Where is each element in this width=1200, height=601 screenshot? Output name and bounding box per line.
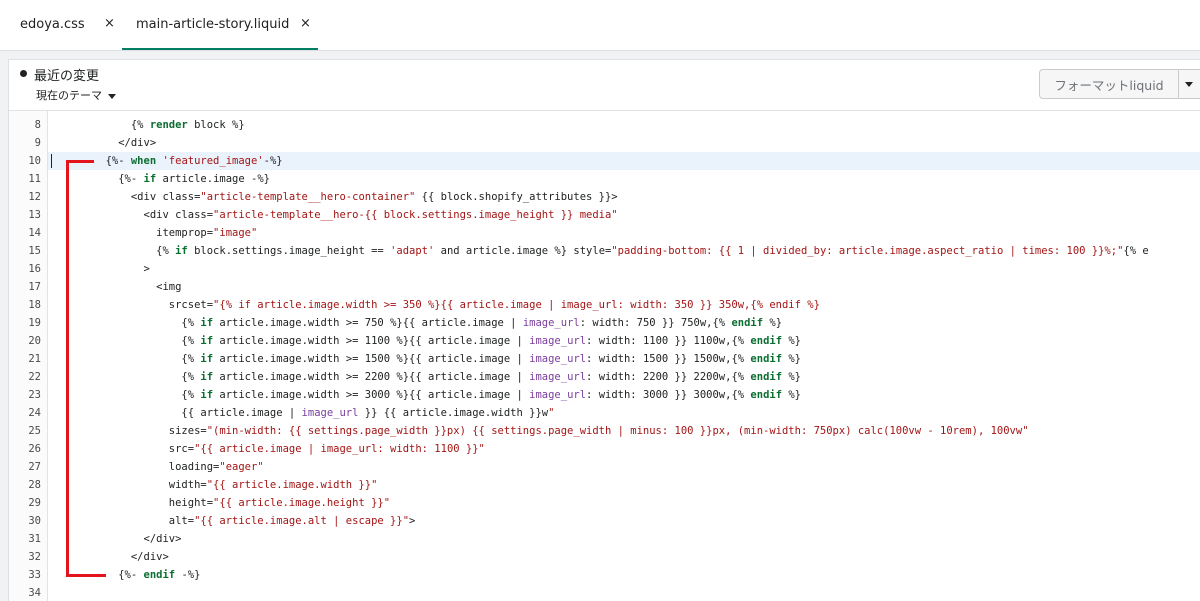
code-line[interactable]: {%- if article.image -%} xyxy=(55,170,270,188)
code-line[interactable]: sizes="(min-width: {{ settings.page_widt… xyxy=(55,422,1029,440)
code-line[interactable]: {% if article.image.width >= 2200 %}{{ a… xyxy=(55,368,801,386)
code-line[interactable]: {% if article.image.width >= 3000 %}{{ a… xyxy=(55,386,801,404)
code-line[interactable]: <img xyxy=(55,278,181,296)
code-line[interactable]: {{ article.image | image_url }} {{ artic… xyxy=(55,404,554,422)
tab-label: edoya.css xyxy=(20,17,85,32)
code-line[interactable]: itemprop="image" xyxy=(55,224,257,242)
caret-down-icon xyxy=(1185,82,1193,87)
code-line[interactable]: {% if article.image.width >= 750 %}{{ ar… xyxy=(55,314,782,332)
tab-label: main-article-story.liquid xyxy=(136,17,290,32)
code-line[interactable]: <div class="article-template__hero-{{ bl… xyxy=(55,206,618,224)
block-bracket-line xyxy=(66,160,69,577)
code-line[interactable]: alt="{{ article.image.alt | escape }}"> xyxy=(55,512,416,530)
format-dropdown-button[interactable] xyxy=(1179,69,1200,99)
format-liquid-button[interactable]: フォーマットliquid xyxy=(1039,69,1179,99)
current-theme-label: 現在のテーマ xyxy=(36,89,102,102)
code-area[interactable]: {% render block %} </div> {%- when 'feat… xyxy=(9,111,1200,601)
code-editor[interactable]: 8 9 10 11 12 13 14 15 16 17 18 19 20 21 22 23 24 25 26 27 28… xyxy=(9,111,1200,601)
editor-header: 最近の変更 現在のテーマ フォーマットliquid xyxy=(9,60,1200,111)
code-line[interactable]: <div class="article-template__hero-conta… xyxy=(55,188,618,206)
current-theme-dropdown[interactable]: 現在のテーマ xyxy=(36,87,116,103)
text-cursor xyxy=(51,154,52,168)
unsaved-dot-icon xyxy=(20,70,27,77)
code-line[interactable]: </div> xyxy=(55,134,156,152)
code-line[interactable]: </div> xyxy=(55,530,182,548)
caret-down-icon xyxy=(108,93,116,99)
code-line[interactable]: > xyxy=(55,260,150,278)
code-line[interactable]: height="{{ article.image.height }}" xyxy=(55,494,390,512)
code-line[interactable]: </div> xyxy=(55,548,169,566)
editor-panel: 最近の変更 現在のテーマ フォーマットliquid 8 9 10 11 12 13 14 15… xyxy=(8,59,1200,601)
code-line[interactable]: src="{{ article.image | image_url: width… xyxy=(55,440,485,458)
close-icon[interactable]: × xyxy=(300,16,311,31)
code-line[interactable]: srcset="{% if article.image.width >= 350… xyxy=(55,296,820,314)
code-line[interactable]: width="{{ article.image.width }}" xyxy=(55,476,378,494)
close-icon[interactable]: × xyxy=(104,16,115,31)
code-line[interactable]: {% if article.image.width >= 1100 %}{{ a… xyxy=(55,332,801,350)
block-bracket-bottom xyxy=(66,574,106,577)
code-line[interactable]: {% render block %} xyxy=(55,116,245,134)
recent-changes-label[interactable]: 最近の変更 xyxy=(34,65,99,84)
block-bracket-top xyxy=(66,160,94,163)
code-line[interactable]: {% if article.image.width >= 1500 %}{{ a… xyxy=(55,350,801,368)
code-line[interactable]: {% if block.settings.image_height == 'ad… xyxy=(55,242,1149,260)
tab-main-article-story[interactable]: main-article-story.liquid × xyxy=(122,0,318,50)
tab-edoya-css[interactable]: edoya.css × xyxy=(0,0,122,48)
code-line[interactable]: loading="eager" xyxy=(55,458,264,476)
tab-bar: edoya.css × main-article-story.liquid × xyxy=(0,0,1200,51)
